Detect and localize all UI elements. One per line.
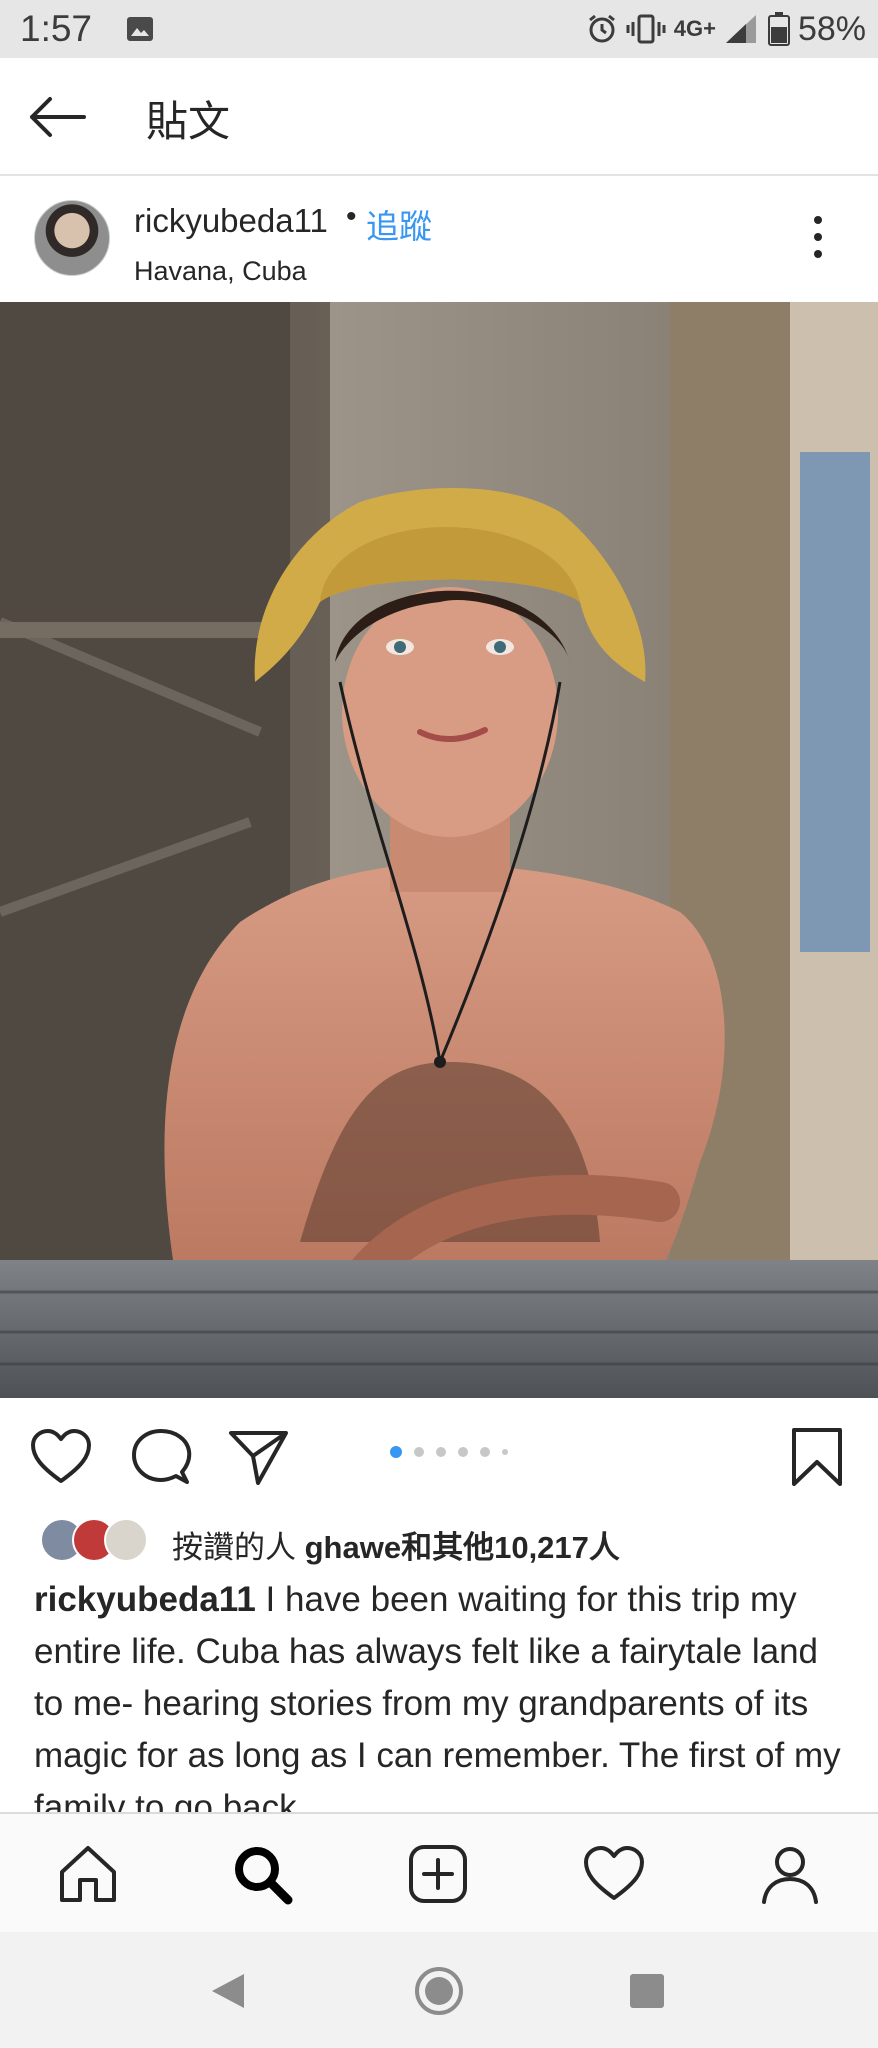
carousel-dot	[436, 1447, 446, 1457]
likes-prefix: 按讚的人	[172, 1530, 305, 1565]
carousel-dot	[414, 1447, 424, 1457]
bookmark-icon[interactable]	[786, 1428, 848, 1486]
likes-row[interactable]: 按讚的人 ghawe和其他10,217人	[36, 1514, 856, 1566]
carousel-indicator	[390, 1446, 508, 1458]
more-vertical-icon[interactable]	[806, 216, 830, 266]
liker-avatar	[104, 1518, 148, 1562]
comment-icon[interactable]	[130, 1428, 192, 1486]
carousel-dot	[502, 1449, 508, 1455]
likes-text[interactable]: 按讚的人 ghawe和其他10,217人	[172, 1522, 620, 1567]
follow-button[interactable]: 追蹤	[366, 200, 432, 248]
page-title: 貼文	[146, 98, 231, 145]
likes-highlight[interactable]: ghawe和其他10,217人	[305, 1530, 620, 1565]
carousel-dot	[458, 1447, 468, 1457]
alarm-icon	[588, 14, 615, 43]
arrow-left-icon[interactable]	[26, 92, 88, 142]
battery-icon	[767, 12, 790, 46]
heart-icon[interactable]	[30, 1428, 92, 1486]
vibrate-icon	[626, 14, 666, 44]
caption-username[interactable]: rickyubeda11	[34, 1580, 256, 1619]
system-nav-bar	[0, 1932, 878, 2048]
profile-icon[interactable]	[758, 1842, 822, 1906]
post-caption: rickyubeda11 I have been waiting for thi…	[34, 1574, 854, 1812]
carousel-dot-active	[390, 1446, 402, 1458]
status-icons: 4G+ 58%	[586, 6, 866, 52]
home-circle-icon[interactable]	[414, 1966, 464, 2016]
recents-square-icon[interactable]	[622, 1966, 672, 2016]
image-icon	[127, 17, 153, 41]
battery-percent: 58%	[797, 9, 866, 48]
status-time: 1:57	[20, 8, 93, 49]
post-photo[interactable]	[0, 302, 878, 1398]
status-bar: 1:57 4G+ 58%	[0, 0, 878, 58]
post-header: rickyubeda11 • 追蹤 Havana, Cuba	[0, 176, 878, 302]
home-icon[interactable]	[56, 1842, 120, 1906]
post-username[interactable]: rickyubeda11	[134, 202, 328, 240]
avatar[interactable]	[34, 200, 110, 276]
signal-icon	[725, 15, 756, 43]
search-icon[interactable]	[230, 1842, 294, 1906]
carousel-dot	[480, 1447, 490, 1457]
photo-illustration	[0, 302, 878, 1398]
top-header: 貼文	[0, 58, 878, 176]
activity-heart-icon[interactable]	[582, 1842, 646, 1906]
separator-dot: •	[346, 200, 357, 233]
add-post-icon[interactable]	[406, 1842, 470, 1906]
back-triangle-icon[interactable]	[204, 1966, 254, 2016]
share-icon[interactable]	[228, 1428, 290, 1486]
bottom-nav	[0, 1812, 878, 1934]
network-label: 4G+	[673, 16, 716, 41]
post-location[interactable]: Havana, Cuba	[134, 256, 307, 287]
